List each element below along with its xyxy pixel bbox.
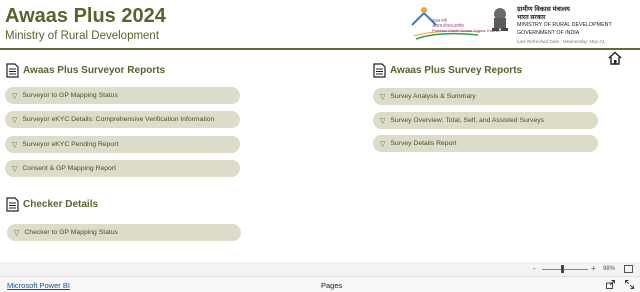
powerbi-link[interactable]: Microsoft Power BI xyxy=(7,281,70,290)
report-link-label: Surveyor eKYC Pending Report xyxy=(22,141,119,148)
document-icon xyxy=(6,63,19,78)
footer-bar: Microsoft Power BI Pages xyxy=(0,276,640,292)
checker-details-title: Checker Details xyxy=(23,199,99,210)
survey-reports-title: Awaas Plus Survey Reports xyxy=(390,65,523,76)
ministry-hindi: ग्रामीण विकास मंत्रालय xyxy=(517,6,570,13)
report-link-survey-analysis[interactable]: ▽ Survey Analysis & Summary xyxy=(373,88,598,105)
zoom-level: 98% xyxy=(603,266,616,272)
report-link-consent-gp-mapping[interactable]: ▽ Consent & GP Mapping Report xyxy=(5,160,240,177)
report-link-label: Consent & GP Mapping Report xyxy=(22,165,116,172)
triangle-down-icon: ▽ xyxy=(12,165,18,173)
national-emblem-icon xyxy=(492,8,508,31)
zoom-in-button[interactable]: + xyxy=(591,265,596,273)
triangle-down-icon: ▽ xyxy=(14,229,20,237)
surveyor-reports-heading: Awaas Plus Surveyor Reports xyxy=(6,63,165,78)
report-link-label: Checker to GP Mapping Status xyxy=(24,229,118,236)
zoom-out-button[interactable]: - xyxy=(533,265,536,273)
document-icon xyxy=(6,197,19,212)
report-header: Awaas Plus 2024 Ministry of Rural Develo… xyxy=(0,0,640,50)
report-link-label: Survey Overview: Total, Self, and Assist… xyxy=(390,117,545,124)
report-canvas: Awaas Plus 2024 Ministry of Rural Develo… xyxy=(0,0,640,262)
checker-details-heading: Checker Details xyxy=(6,197,98,212)
app-subtitle: Ministry of Rural Development xyxy=(5,30,160,42)
triangle-down-icon: ▽ xyxy=(380,93,386,101)
triangle-down-icon: ▽ xyxy=(12,141,18,149)
last-refreshed-date: Last Refreshed Date : Wednesday, May 21, xyxy=(517,39,606,44)
zoom-slider-thumb[interactable] xyxy=(561,265,564,273)
report-link-label: Surveyor to GP Mapping Status xyxy=(22,92,118,99)
government-hindi: भारत सरकार xyxy=(517,15,546,21)
triangle-down-icon: ▽ xyxy=(380,140,386,148)
share-icon[interactable] xyxy=(606,280,615,289)
fit-to-page-icon[interactable] xyxy=(624,265,633,273)
report-link-survey-details[interactable]: ▽ Survey Details Report xyxy=(373,135,598,152)
survey-reports-heading: Awaas Plus Survey Reports xyxy=(373,63,522,78)
pages-button[interactable]: Pages xyxy=(321,281,342,290)
triangle-down-icon: ▽ xyxy=(12,116,18,124)
report-link-checker-gp-mapping[interactable]: ▽ Checker to GP Mapping Status xyxy=(7,224,241,241)
surveyor-reports-title: Awaas Plus Surveyor Reports xyxy=(23,65,166,76)
triangle-down-icon: ▽ xyxy=(380,117,386,125)
report-link-survey-overview[interactable]: ▽ Survey Overview: Total, Self, and Assi… xyxy=(373,112,598,129)
report-link-label: Survey Details Report xyxy=(390,140,457,147)
app-title: Awaas Plus 2024 xyxy=(5,5,166,27)
report-link-surveyor-ekyc-pending[interactable]: ▽ Surveyor eKYC Pending Report xyxy=(5,136,240,153)
expand-icon[interactable] xyxy=(625,280,634,289)
triangle-down-icon: ▽ xyxy=(12,92,18,100)
ministry-english: MINISTRY OF RURAL DEVELOPMENT xyxy=(517,22,612,28)
status-bar: - + 98% xyxy=(0,262,640,276)
report-link-label: Surveyor eKYC Details: Comprehensive Ver… xyxy=(22,116,215,123)
government-english: GOVERNMENT OF INDIA xyxy=(517,30,580,36)
home-icon[interactable] xyxy=(608,51,622,65)
report-link-surveyor-ekyc-details[interactable]: ▽ Surveyor eKYC Details: Comprehensive V… xyxy=(5,111,240,128)
zoom-slider-track[interactable] xyxy=(542,269,588,270)
report-link-label: Survey Analysis & Summary xyxy=(390,93,476,100)
document-icon xyxy=(373,63,386,78)
report-link-surveyor-gp-mapping[interactable]: ▽ Surveyor to GP Mapping Status xyxy=(5,87,240,104)
